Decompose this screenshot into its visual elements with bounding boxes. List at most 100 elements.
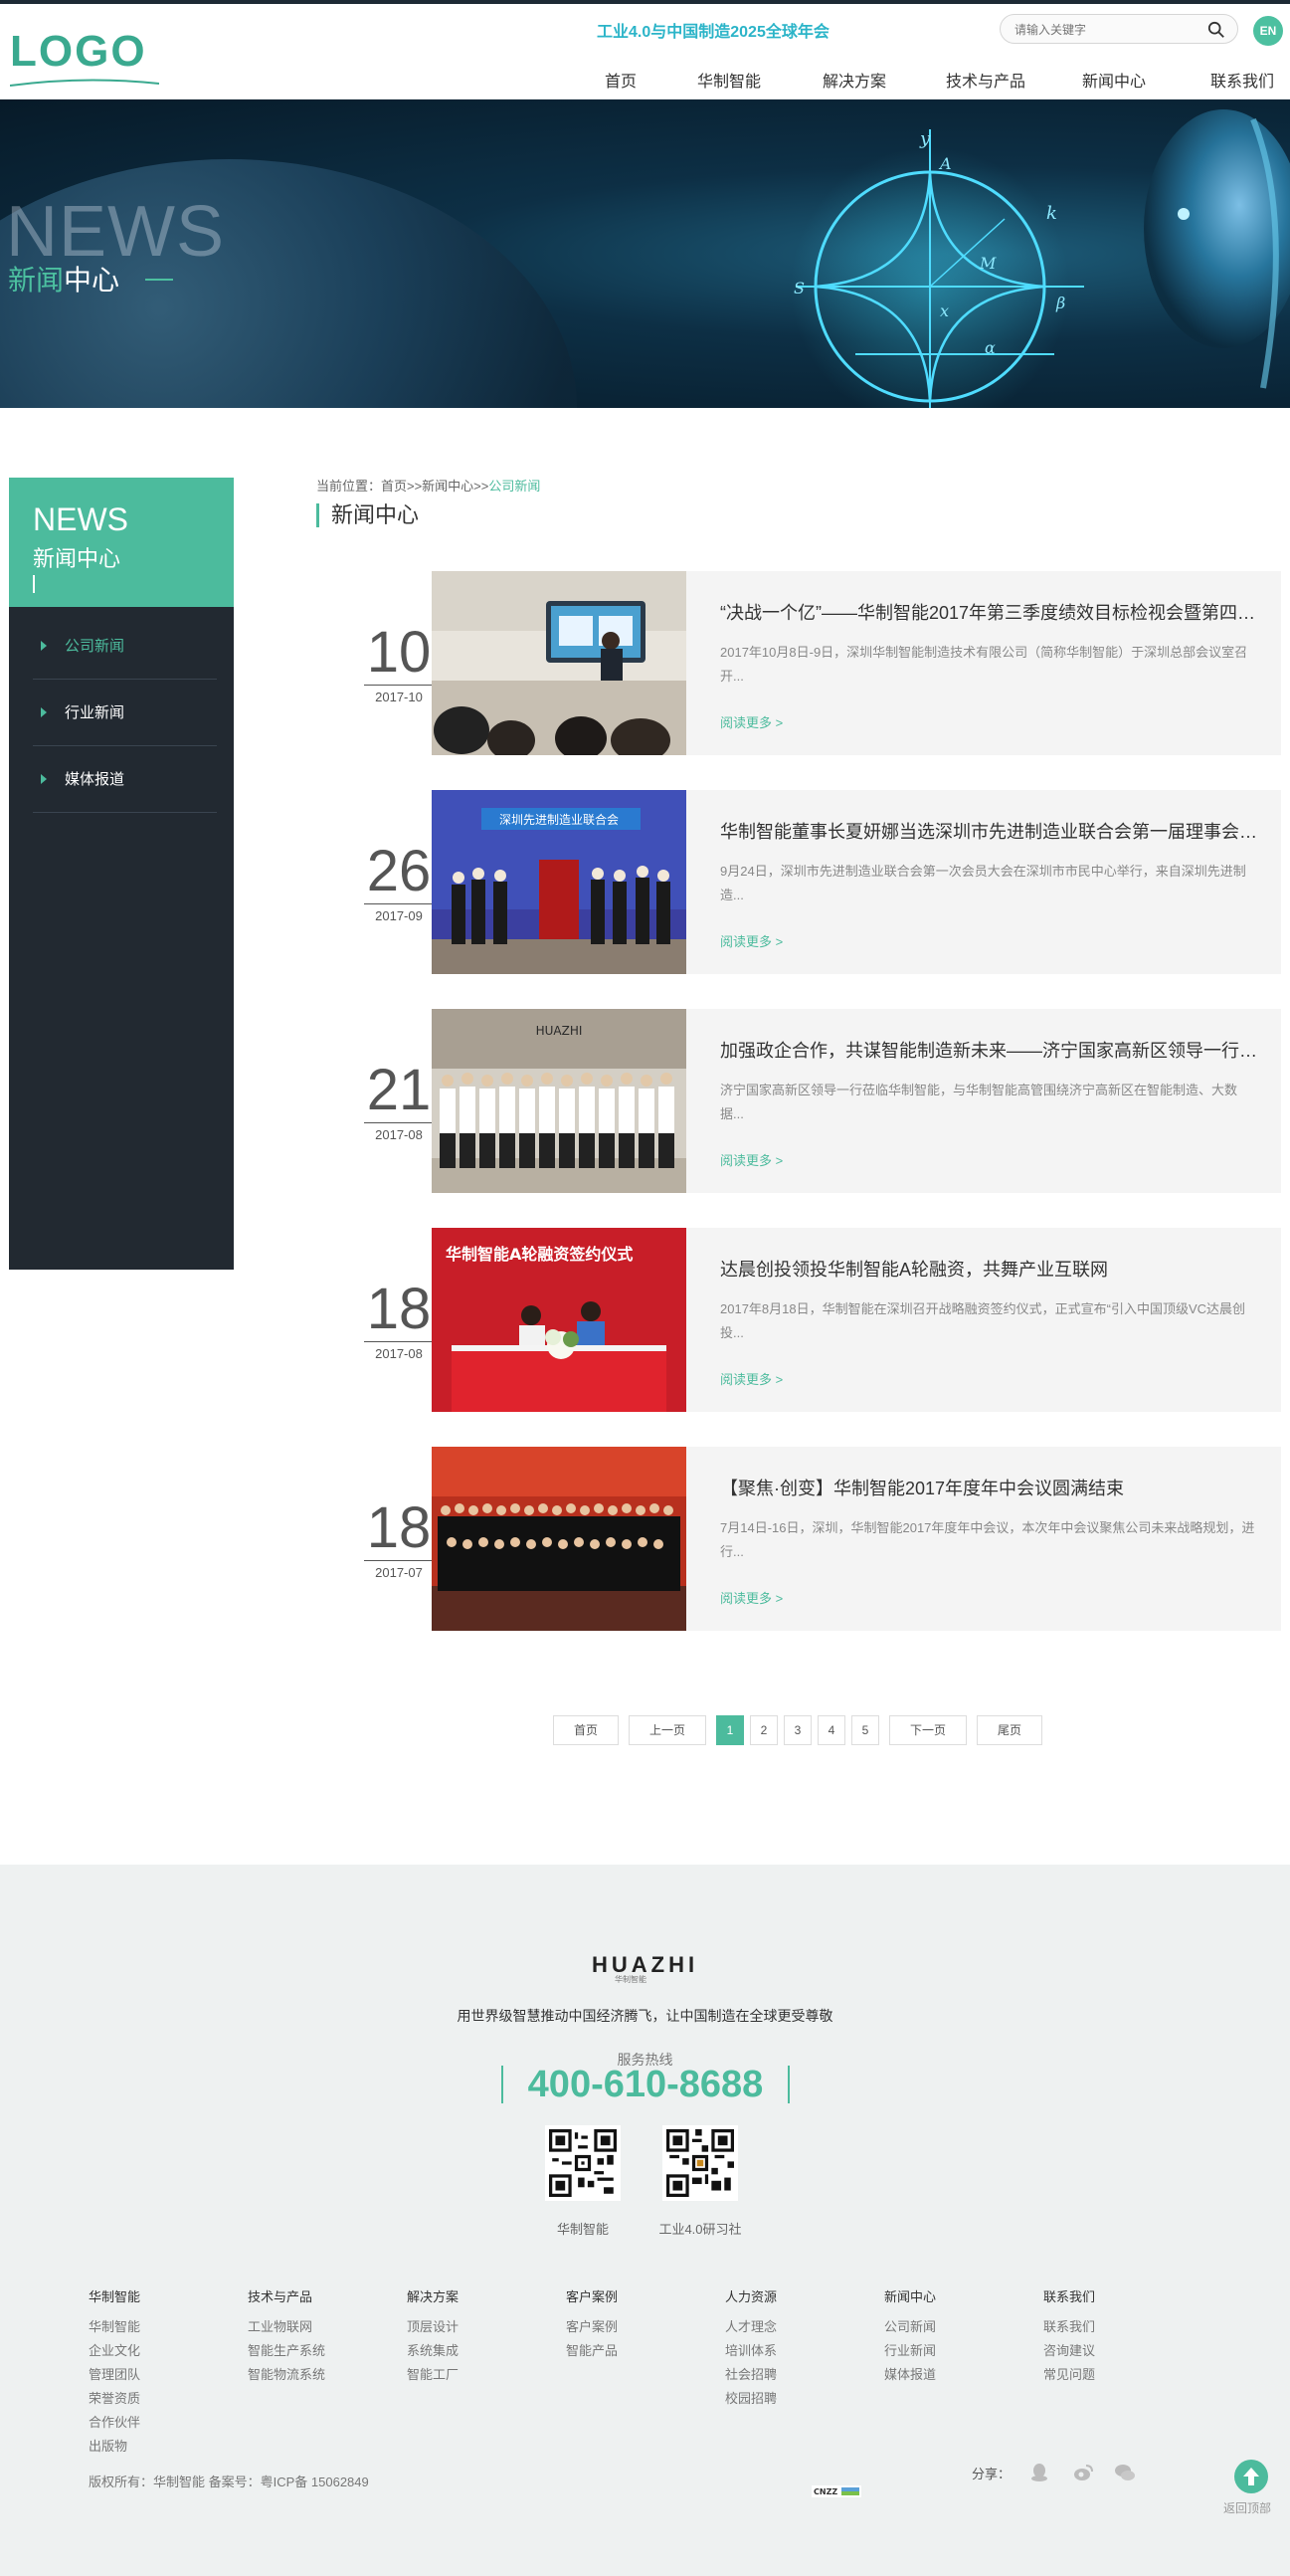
news-item[interactable]: 10 2017-10 “决战一个亿”——华制智能2017年第三季度绩效目标检视会… (316, 571, 1281, 755)
sidebar-item-media-reports[interactable]: 媒体报道 (33, 746, 217, 813)
page-number-button[interactable]: 3 (784, 1715, 812, 1745)
page-number-button[interactable]: 4 (818, 1715, 845, 1745)
footer-link[interactable]: 媒体报道 (884, 2363, 1023, 2387)
page-next-button[interactable]: 下一页 (889, 1715, 967, 1745)
footer-link[interactable]: 公司新闻 (884, 2315, 1023, 2339)
nav-home[interactable]: 首页 (603, 68, 639, 103)
read-more-link[interactable]: 阅读更多 > (720, 1369, 783, 1388)
page-last-button[interactable]: 尾页 (977, 1715, 1042, 1745)
footer-link[interactable]: 咨询建议 (1043, 2339, 1183, 2363)
news-body: 达晨创投领投华制智能A轮融资，共舞产业互联网 2017年8月18日，华制智能在深… (686, 1228, 1281, 1412)
nav-tech-products[interactable]: 技术与产品 (945, 68, 1026, 103)
page-first-button[interactable]: 首页 (553, 1715, 619, 1745)
sidebar-item-company-news[interactable]: 公司新闻 (33, 613, 217, 680)
page-number-button[interactable]: 1 (716, 1715, 744, 1745)
arrow-up-icon (1243, 2468, 1259, 2485)
footer-link[interactable]: 人才理念 (725, 2315, 864, 2339)
news-banner: NEWS 新闻中心 y A k M S β x α (0, 99, 1290, 408)
footer-link[interactable]: 工业物联网 (248, 2315, 387, 2339)
footer-col-title[interactable]: 技术与产品 (248, 2286, 387, 2305)
photo-banner-text: 深圳先进制造业联合会 (499, 812, 619, 827)
footer-link[interactable]: 常见问题 (1043, 2363, 1183, 2387)
news-photo[interactable]: 深圳先进制造业联合会 (432, 790, 686, 974)
footer-logo-sub: 华制智能 (615, 1975, 646, 1984)
news-body: 【聚焦·创变】华制智能2017年度年中会议圆满结束 7月14日-16日，深圳，华… (686, 1447, 1281, 1631)
nav-contact[interactable]: 联系我们 (1209, 68, 1275, 103)
pagination: 首页 上一页 1 2 3 4 5 下一页 尾页 (0, 1715, 1290, 1745)
footer-col-title[interactable]: 联系我们 (1043, 2286, 1183, 2305)
footer-link[interactable]: 系统集成 (407, 2339, 546, 2363)
footer-link[interactable]: 行业新闻 (884, 2339, 1023, 2363)
news-title[interactable]: “决战一个亿”——华制智能2017年第三季度绩效目标检视会暨第四季度目标部署会 (720, 599, 1257, 625)
news-photo[interactable] (432, 571, 686, 755)
footer-link[interactable]: 社会招聘 (725, 2363, 864, 2387)
breadcrumb-current[interactable]: 公司新闻 (488, 479, 540, 494)
sidebar: NEWS 新闻中心 公司新闻 行业新闻 媒体报道 (9, 478, 234, 1270)
footer-link[interactable]: 智能产品 (566, 2339, 705, 2363)
footer-link[interactable]: 合作伙伴 (89, 2411, 228, 2435)
language-en-button[interactable]: EN (1253, 16, 1283, 46)
footer-col-title[interactable]: 人力资源 (725, 2286, 864, 2305)
footer-link[interactable]: 客户案例 (566, 2315, 705, 2339)
footer-link[interactable]: 管理团队 (89, 2363, 228, 2387)
footer-link[interactable]: 顶层设计 (407, 2315, 546, 2339)
footer-col-title[interactable]: 客户案例 (566, 2286, 705, 2305)
footer-col-title[interactable]: 解决方案 (407, 2286, 546, 2305)
weibo-icon[interactable] (1072, 2462, 1094, 2483)
read-more-link[interactable]: 阅读更多 > (720, 931, 783, 950)
sidebar-item-industry-news[interactable]: 行业新闻 (33, 680, 217, 746)
news-body: “决战一个亿”——华制智能2017年第三季度绩效目标检视会暨第四季度目标部署会 … (686, 571, 1281, 755)
footer-link[interactable]: 出版物 (89, 2435, 228, 2459)
page-prev-button[interactable]: 上一页 (629, 1715, 706, 1745)
footer-link[interactable]: 智能工厂 (407, 2363, 546, 2387)
svg-text:β: β (1055, 294, 1065, 312)
read-more-link[interactable]: 阅读更多 > (720, 1150, 783, 1169)
footer-link[interactable]: 华制智能 (89, 2315, 228, 2339)
footer-link[interactable]: 联系我们 (1043, 2315, 1183, 2339)
news-photo[interactable] (432, 1447, 686, 1631)
news-item[interactable]: 26 2017-09 深圳先进制造业联合会 华制智能董事长夏妍娜当选深圳市先进制… (316, 790, 1281, 974)
sidebar-title-cn: 新闻中心 (33, 546, 121, 571)
nav-huazhi[interactable]: 华制智能 (696, 68, 762, 103)
read-more-link[interactable]: 阅读更多 > (720, 712, 783, 731)
footer-col-title[interactable]: 华制智能 (89, 2286, 228, 2305)
hotline-phone: 400-610-8688 (501, 2066, 790, 2103)
news-item[interactable]: 18 2017-08 华制智能A轮融资签约仪式 达晨创投领投华制智能A轮融资，共… (316, 1228, 1281, 1412)
news-item[interactable]: 18 2017-07 【聚焦·创变】华制智能2017年度年中会议圆满结束 7月1… (316, 1447, 1281, 1631)
nav-news[interactable]: 新闻中心 (1078, 68, 1150, 103)
svg-text:S: S (794, 279, 805, 297)
news-title[interactable]: 加强政企合作，共谋智能制造新未来——济宁国家高新区领导一行莅临华制智能 (720, 1037, 1257, 1063)
footer-link[interactable]: 校园招聘 (725, 2387, 864, 2411)
news-photo[interactable]: 华制智能A轮融资签约仪式 (432, 1228, 686, 1412)
breadcrumb-path[interactable]: 当前位置：首页>>新闻中心>> (316, 479, 488, 494)
footer-link[interactable]: 企业文化 (89, 2339, 228, 2363)
search-box (1000, 14, 1238, 44)
footer-link[interactable]: 培训体系 (725, 2339, 864, 2363)
footer-col-title[interactable]: 新闻中心 (884, 2286, 1023, 2305)
news-photo[interactable]: HUAZHI (432, 1009, 686, 1193)
news-title[interactable]: 达晨创投领投华制智能A轮融资，共舞产业互联网 (720, 1256, 1257, 1282)
copyright: 版权所有：华制智能 备案号：粤ICP备 15062849 (89, 2475, 369, 2489)
page-number-button[interactable]: 5 (851, 1715, 879, 1745)
news-title[interactable]: 【聚焦·创变】华制智能2017年度年中会议圆满结束 (720, 1475, 1257, 1500)
news-day: 18 (364, 1278, 434, 1342)
cnzz-badge[interactable]: CNZZ (812, 2485, 861, 2497)
search-input[interactable] (1014, 20, 1194, 40)
back-to-top-label[interactable]: 返回顶部 (1223, 2499, 1271, 2516)
qr-label: 工业4.0研习社 (658, 2222, 742, 2237)
footer-col-news: 新闻中心 公司新闻 行业新闻 媒体报道 (884, 2286, 1023, 2387)
news-date: 26 2017-09 (316, 840, 434, 923)
qq-icon[interactable] (1028, 2462, 1050, 2483)
footer-link[interactable]: 智能生产系统 (248, 2339, 387, 2363)
footer-link[interactable]: 荣誉资质 (89, 2387, 228, 2411)
wechat-icon[interactable] (1114, 2462, 1136, 2483)
news-title[interactable]: 华制智能董事长夏妍娜当选深圳市先进制造业联合会第一届理事会副会长 (720, 818, 1257, 844)
footer-link[interactable]: 智能物流系统 (248, 2363, 387, 2387)
header-slogan[interactable]: 工业4.0与中国制造2025全球年会 (597, 18, 829, 42)
nav-solutions[interactable]: 解决方案 (822, 68, 887, 103)
back-to-top-button[interactable] (1234, 2460, 1268, 2493)
search-icon[interactable] (1207, 21, 1225, 39)
page-number-button[interactable]: 2 (750, 1715, 778, 1745)
read-more-link[interactable]: 阅读更多 > (720, 1588, 783, 1607)
news-item[interactable]: 21 2017-08 HUAZHI 加强政企合作，共谋智能制造新未来——济宁国家… (316, 1009, 1281, 1193)
